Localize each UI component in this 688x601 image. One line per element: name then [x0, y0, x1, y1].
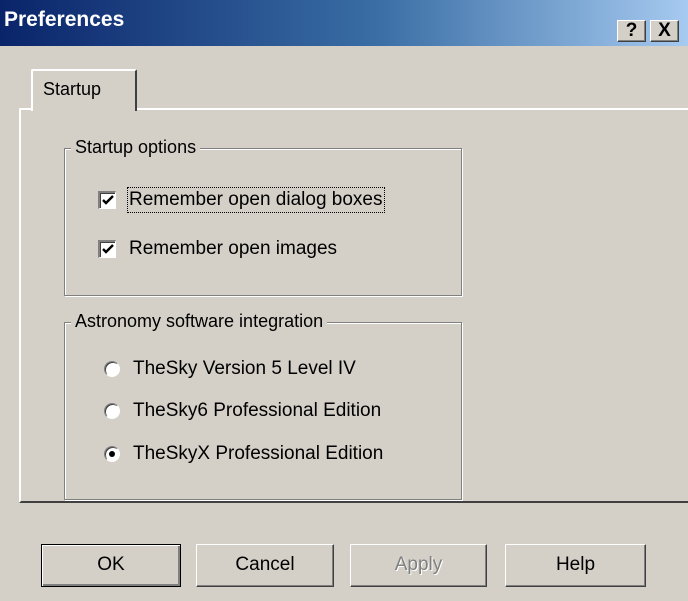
checkmark-icon [102, 244, 114, 254]
cancel-button-label: Cancel [235, 554, 295, 575]
window-title: Preferences [4, 8, 125, 31]
ok-button[interactable]: OK [41, 544, 181, 587]
thesky6-radio[interactable] [104, 403, 120, 419]
startup-options-group: Startup options [64, 137, 462, 296]
checkmark-icon [102, 195, 114, 205]
help-button-label: Help [555, 554, 596, 575]
title-bar[interactable]: Preferences ? X [0, 0, 688, 46]
cancel-button[interactable]: Cancel [196, 544, 334, 587]
question-mark-icon: ? [625, 20, 638, 41]
radio-selected-dot [109, 451, 115, 457]
thesky5-option[interactable]: TheSky Version 5 Level IV [104, 358, 356, 380]
theskyx-option[interactable]: TheSkyX Professional Edition [104, 443, 383, 465]
tab-startup-label: Startup [43, 79, 102, 99]
apply-button-label: Apply [394, 554, 443, 575]
remember-dialogs-label: Remember open dialog boxes [127, 187, 385, 213]
remember-images-label: Remember open images [129, 238, 338, 259]
astronomy-integration-legend: Astronomy software integration [71, 311, 328, 332]
thesky5-radio[interactable] [104, 361, 120, 377]
ok-button-label: OK [97, 554, 125, 575]
remember-images-checkbox[interactable] [98, 240, 116, 258]
remember-images-option[interactable]: Remember open images [98, 238, 337, 260]
theskyx-radio[interactable] [104, 446, 120, 462]
close-button[interactable]: X [650, 20, 679, 42]
thesky5-label: TheSky Version 5 Level IV [133, 358, 356, 379]
help-dialog-button[interactable]: Help [505, 544, 646, 587]
startup-options-legend: Startup options [71, 137, 201, 158]
help-button[interactable]: ? [617, 20, 646, 42]
remember-dialogs-checkbox[interactable] [98, 191, 116, 209]
theskyx-label: TheSkyX Professional Edition [133, 443, 384, 464]
apply-button[interactable]: Apply [350, 544, 487, 587]
close-icon: X [658, 20, 671, 41]
tab-startup[interactable]: Startup [31, 69, 137, 111]
remember-dialogs-option[interactable]: Remember open dialog boxes [98, 187, 385, 213]
thesky6-label: TheSky6 Professional Edition [133, 400, 382, 421]
thesky6-option[interactable]: TheSky6 Professional Edition [104, 400, 381, 422]
